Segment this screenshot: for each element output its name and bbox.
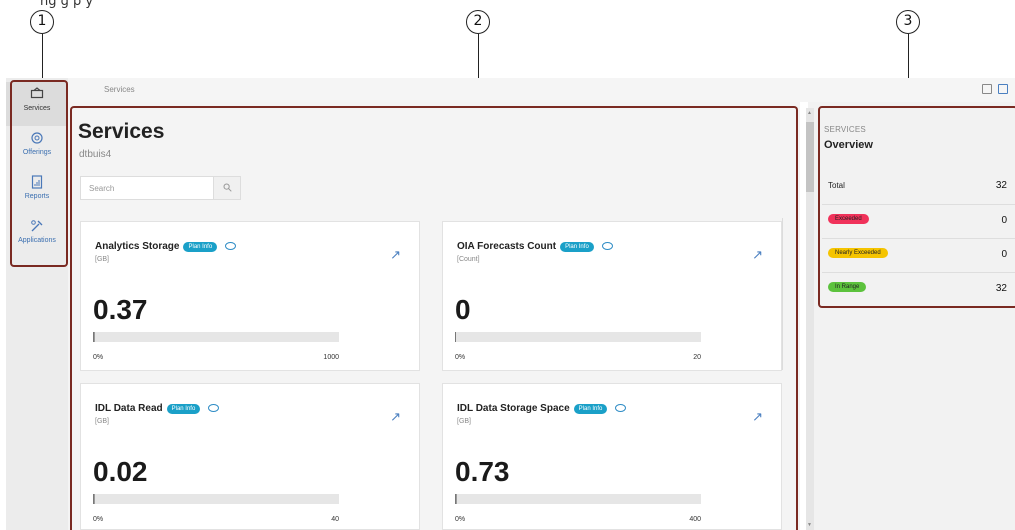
top-bar: Services (68, 78, 1015, 102)
highlight-box-overview (818, 106, 1015, 308)
figure-caption: ng g p y (40, 0, 94, 9)
callout-2: 2 (466, 10, 490, 34)
page: ng g p y 1 2 3 Services Offerings Report… (0, 0, 1015, 530)
breadcrumb[interactable]: Services (104, 85, 135, 94)
callout-3: 3 (896, 10, 920, 34)
split-view-icon[interactable] (982, 84, 992, 94)
highlight-box-navigation (10, 80, 68, 267)
scroll-up-icon[interactable]: ▲ (807, 110, 812, 116)
callout-1-line (42, 34, 43, 80)
callout-1: 1 (30, 10, 54, 34)
scroll-thumb[interactable] (806, 122, 814, 192)
main-scrollbar[interactable]: ▲ ▼ (806, 108, 814, 530)
fullscreen-icon[interactable] (998, 84, 1008, 94)
highlight-box-services (70, 106, 798, 530)
scroll-down-icon[interactable]: ▼ (807, 522, 812, 528)
